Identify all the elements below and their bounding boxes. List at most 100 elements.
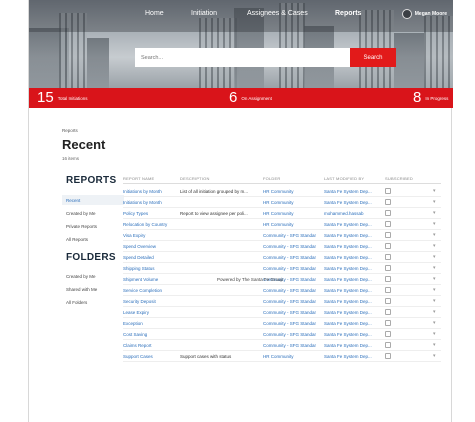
subscribe-checkbox[interactable] xyxy=(385,353,391,359)
row-actions-chevron-down-icon[interactable]: ▾ xyxy=(433,276,436,282)
table-row[interactable]: Cost Saving Community - SFG Standar Santa … xyxy=(123,329,441,340)
nav-home[interactable]: Home xyxy=(145,10,164,17)
subscribe-checkbox[interactable] xyxy=(385,243,391,249)
last-modified-by-link[interactable]: Santa Fe System Dep... xyxy=(324,255,382,260)
report-name-link[interactable]: Cost Saving xyxy=(123,332,177,337)
report-name-link[interactable]: Claims Report xyxy=(123,343,177,348)
last-modified-by-link[interactable]: Santa Fe System Dep... xyxy=(324,321,382,326)
last-modified-by-link[interactable]: Santa Fe System Dep... xyxy=(324,299,382,304)
report-folder-link[interactable]: Community - SFG Standar xyxy=(263,321,321,326)
user-menu[interactable]: Megan Moore xyxy=(401,9,447,19)
row-actions-chevron-down-icon[interactable]: ▾ xyxy=(433,265,436,271)
table-row[interactable]: Security Deposit Community - SFG Standar S… xyxy=(123,296,441,307)
stat-in-progress[interactable]: 8 In Progress xyxy=(413,88,448,108)
row-actions-chevron-down-icon[interactable]: ▾ xyxy=(433,221,436,227)
sidebar-item-all-folders[interactable]: All Folders xyxy=(66,300,87,305)
report-name-link[interactable]: Service Completion xyxy=(123,288,177,293)
report-folder-link[interactable]: Community - SFG Standar xyxy=(263,332,321,337)
report-name-link[interactable]: Exception xyxy=(123,321,177,326)
subscribe-checkbox[interactable] xyxy=(385,210,391,216)
col-header-subscribed[interactable]: SUBSCRIBED xyxy=(385,176,413,181)
subscribe-checkbox[interactable] xyxy=(385,254,391,260)
col-header-report-name[interactable]: REPORT NAME xyxy=(123,176,154,181)
table-row[interactable]: Claims Report Community - SFG Standar Sant… xyxy=(123,340,441,351)
report-name-link[interactable]: Spend Overview xyxy=(123,244,177,249)
report-name-link[interactable]: Initiations by Month xyxy=(123,200,177,205)
search-button[interactable]: Search xyxy=(350,48,396,67)
table-row[interactable]: Visa Expiry Community - SFG Standar Santa … xyxy=(123,230,441,241)
report-folder-link[interactable]: Community - SFG Standar xyxy=(263,233,321,238)
table-row[interactable]: Lease Expiry Community - SFG Standar Santa… xyxy=(123,307,441,318)
row-actions-chevron-down-icon[interactable]: ▾ xyxy=(433,199,436,205)
report-folder-link[interactable]: Community - SFG Standar xyxy=(263,343,321,348)
row-actions-chevron-down-icon[interactable]: ▾ xyxy=(433,254,436,260)
row-actions-chevron-down-icon[interactable]: ▾ xyxy=(433,243,436,249)
last-modified-by-link[interactable]: Santa Fe System Dep... xyxy=(324,244,382,249)
report-folder-link[interactable]: Community - SFG Standar xyxy=(263,244,321,249)
last-modified-by-link[interactable]: Santa Fe System Dep... xyxy=(324,332,382,337)
sidebar-item-shared-with-me[interactable]: Shared with Me xyxy=(66,287,97,292)
report-folder-link[interactable]: Community - SFG Standar xyxy=(263,255,321,260)
report-name-link[interactable]: Shipment Volume xyxy=(123,277,177,282)
report-folder-link[interactable]: Community - SFG Standar xyxy=(263,288,321,293)
last-modified-by-link[interactable]: Santa Fe System Dep... xyxy=(324,233,382,238)
subscribe-checkbox[interactable] xyxy=(385,232,391,238)
last-modified-by-link[interactable]: Santa Fe System Dep... xyxy=(324,222,382,227)
report-folder-link[interactable]: HR Community xyxy=(263,189,321,194)
report-name-link[interactable]: Shipping Status xyxy=(123,266,177,271)
row-actions-chevron-down-icon[interactable]: ▾ xyxy=(433,331,436,337)
subscribe-checkbox[interactable] xyxy=(385,309,391,315)
stat-on-assignment[interactable]: 6 On Assignment xyxy=(229,88,272,108)
report-name-link[interactable]: Initiations by Month xyxy=(123,189,177,194)
nav-reports[interactable]: Reports xyxy=(335,10,361,17)
table-row[interactable]: Shipping Status Community - SFG Standar Sa… xyxy=(123,263,441,274)
subscribe-checkbox[interactable] xyxy=(385,265,391,271)
report-folder-link[interactable]: HR Community xyxy=(263,200,321,205)
subscribe-checkbox[interactable] xyxy=(385,287,391,293)
row-actions-chevron-down-icon[interactable]: ▾ xyxy=(433,298,436,304)
last-modified-by-link[interactable]: Santa Fe System Dep... xyxy=(324,277,382,282)
col-header-description[interactable]: DESCRIPTION xyxy=(180,176,210,181)
sidebar-item-folders-created-by-me[interactable]: Created by Me xyxy=(66,274,96,279)
table-row[interactable]: Spend Detailed Community - SFG Standar San… xyxy=(123,252,441,263)
row-actions-chevron-down-icon[interactable]: ▾ xyxy=(433,188,436,194)
nav-assignees-cases[interactable]: Assignees & Cases xyxy=(247,10,308,17)
table-row[interactable]: Relocation by Country HR Community Santa F… xyxy=(123,219,441,230)
last-modified-by-link[interactable]: Santa Fe System Dep... xyxy=(324,200,382,205)
report-folder-link[interactable]: HR Community xyxy=(263,211,321,216)
report-name-link[interactable]: Lease Expiry xyxy=(123,310,177,315)
table-row[interactable]: Policy Types Report to view assignee per … xyxy=(123,208,441,219)
stat-total-initiations[interactable]: 15 Total Initiations xyxy=(37,88,87,108)
report-name-link[interactable]: Security Deposit xyxy=(123,299,177,304)
row-actions-chevron-down-icon[interactable]: ▾ xyxy=(433,232,436,238)
nav-initiation[interactable]: Initiation xyxy=(191,10,217,17)
report-folder-link[interactable]: Community - SFG Standar xyxy=(263,266,321,271)
row-actions-chevron-down-icon[interactable]: ▾ xyxy=(433,287,436,293)
row-actions-chevron-down-icon[interactable]: ▾ xyxy=(433,320,436,326)
report-name-link[interactable]: Spend Detailed xyxy=(123,255,177,260)
search-input[interactable] xyxy=(135,48,350,67)
last-modified-by-link[interactable]: Santa Fe System Dep... xyxy=(324,266,382,271)
table-row[interactable]: Service Completion Community - SFG Standa… xyxy=(123,285,441,296)
last-modified-by-link[interactable]: Santa Fe System Dep... xyxy=(324,189,382,194)
row-actions-chevron-down-icon[interactable]: ▾ xyxy=(433,342,436,348)
last-modified-by-link[interactable]: Santa Fe System Dep... xyxy=(324,343,382,348)
table-row[interactable]: Spend Overview Community - SFG Standar San… xyxy=(123,241,441,252)
subscribe-checkbox[interactable] xyxy=(385,298,391,304)
report-folder-link[interactable]: HR Community xyxy=(263,222,321,227)
sidebar-item-private-reports[interactable]: Private Reports xyxy=(66,224,97,229)
col-header-last-modified[interactable]: LAST MODIFIED BY xyxy=(324,176,364,181)
last-modified-by-link[interactable]: Santa Fe System Dep... xyxy=(324,288,382,293)
subscribe-checkbox[interactable] xyxy=(385,276,391,282)
report-folder-link[interactable]: HR Community xyxy=(263,354,321,359)
last-modified-by-link[interactable]: Santa Fe System Dep... xyxy=(324,354,382,359)
report-name-link[interactable]: Relocation by Country xyxy=(123,222,177,227)
report-folder-link[interactable]: Community - SFG Standar xyxy=(263,310,321,315)
breadcrumb[interactable]: Reports xyxy=(62,128,78,133)
row-actions-chevron-down-icon[interactable]: ▾ xyxy=(433,353,436,359)
row-actions-chevron-down-icon[interactable]: ▾ xyxy=(433,210,436,216)
subscribe-checkbox[interactable] xyxy=(385,221,391,227)
last-modified-by-link[interactable]: Santa Fe System Dep... xyxy=(324,310,382,315)
report-name-link[interactable]: Policy Types xyxy=(123,211,177,216)
subscribe-checkbox[interactable] xyxy=(385,331,391,337)
